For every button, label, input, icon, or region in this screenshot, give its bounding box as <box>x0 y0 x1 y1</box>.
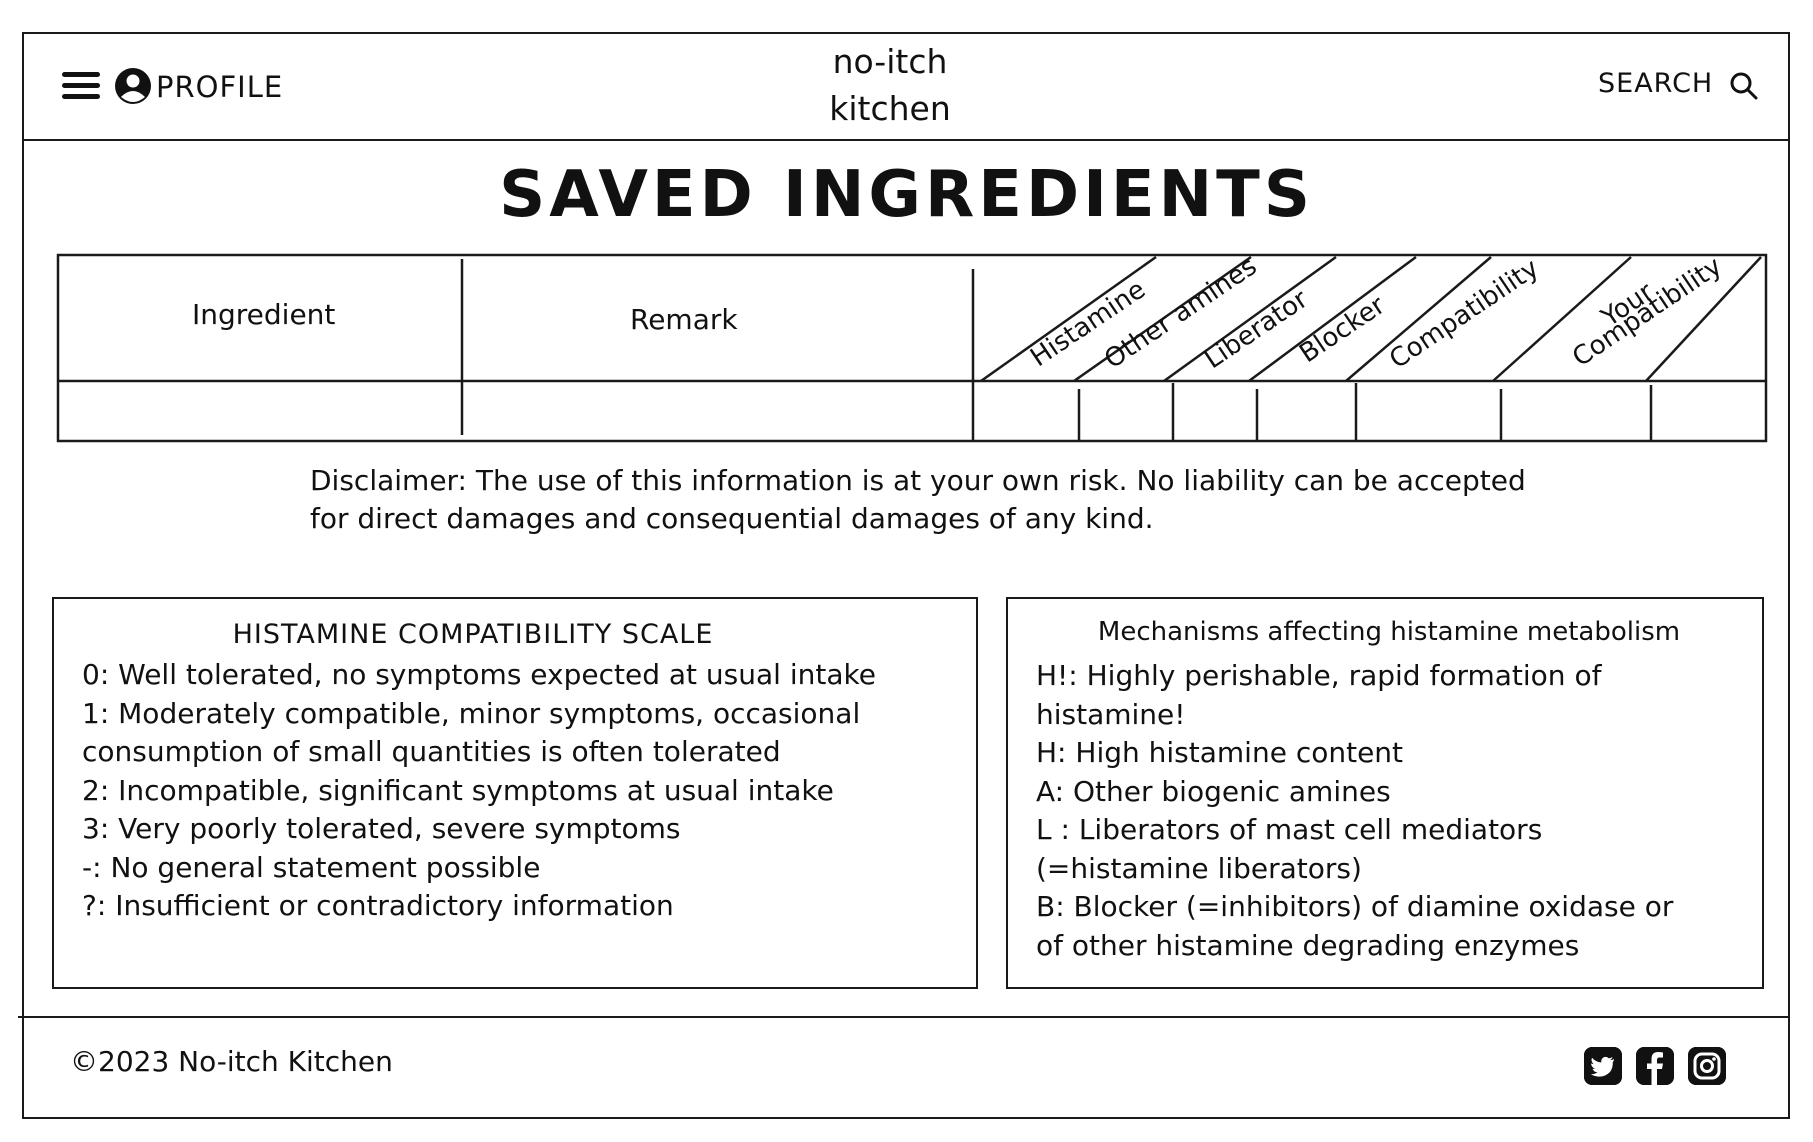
compatibility-scale-box: HISTAMINE COMPATIBILITY SCALE 0: Well to… <box>52 597 978 989</box>
column-header-ingredient: Ingredient <box>192 298 336 331</box>
site-logo[interactable]: no-itch kitchen <box>780 38 1000 132</box>
scale-item: 1: Moderately compatible, minor symptoms… <box>82 696 861 769</box>
mechanism-item: H: High histamine content <box>1036 736 1404 769</box>
twitter-icon[interactable] <box>1584 1047 1622 1085</box>
mechanism-item: H!: Highly perishable, rapid formation o… <box>1036 659 1602 731</box>
saved-ingredients-table: Ingredient Remark Histamine Other amines… <box>56 251 1768 443</box>
scale-item: 3: Very poorly tolerated, severe symptom… <box>82 812 681 845</box>
disclaimer-text: Disclaimer: The use of this information … <box>310 464 1526 535</box>
mechanisms-box-title: Mechanisms affecting histamine metabolis… <box>1097 617 1681 647</box>
instagram-icon[interactable] <box>1688 1047 1726 1085</box>
scale-item: ?: Insufficient or contradictory informa… <box>82 889 674 922</box>
profile-link[interactable]: PROFILE <box>156 70 283 104</box>
logo-line-2: kitchen <box>829 89 951 128</box>
copyright-text: ©2023 No-itch Kitchen <box>70 1045 393 1078</box>
column-header-remark: Remark <box>630 303 738 336</box>
search-link[interactable]: SEARCH <box>1598 68 1713 99</box>
profile-icon[interactable] <box>114 67 152 105</box>
scale-item: 0: Well tolerated, no symptoms expected … <box>82 658 876 691</box>
scale-item: -: No general statement possible <box>82 850 541 884</box>
mechanism-item: A: Other biogenic amines <box>1036 774 1391 808</box>
scale-box-title: HISTAMINE COMPATIBILITY SCALE <box>232 619 714 650</box>
mechanism-item: B: Blocker (=inhibitors) of diamine oxid… <box>1036 890 1674 962</box>
scale-item: 2: Incompatible, significant symptoms at… <box>82 773 834 807</box>
scale-list: 0: Well tolerated, no symptoms expected … <box>82 656 954 926</box>
mechanisms-box: Mechanisms affecting histamine metabolis… <box>1006 597 1764 989</box>
mechanism-item: L : Liberators of mast cell mediators (=… <box>1036 813 1543 885</box>
search-icon[interactable] <box>1729 71 1759 101</box>
logo-line-1: no-itch <box>832 42 948 81</box>
page-title: SAVED INGREDIENTS <box>499 158 1314 232</box>
mechanisms-list: H!: Highly perishable, rapid formation o… <box>1036 657 1742 965</box>
footer-divider <box>18 1016 1790 1018</box>
facebook-icon[interactable] <box>1636 1047 1674 1085</box>
header-divider <box>22 139 1790 141</box>
menu-icon[interactable] <box>62 72 100 100</box>
